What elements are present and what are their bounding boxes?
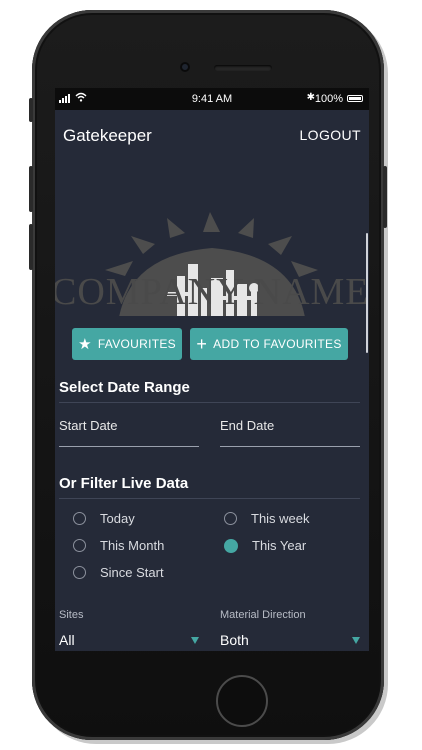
dropdown-arrow-icon: [191, 637, 199, 644]
radio-this-month[interactable]: This Month: [73, 538, 164, 553]
sites-select[interactable]: All: [59, 628, 199, 650]
radio-today[interactable]: Today: [73, 511, 135, 526]
start-date-field[interactable]: Start Date: [59, 406, 199, 447]
add-to-favourites-button[interactable]: + ADD TO FAVOURITES: [190, 328, 348, 360]
radio-label: This week: [251, 511, 310, 526]
end-date-placeholder: End Date: [220, 418, 275, 433]
front-camera: [180, 62, 190, 72]
radio-circle: [73, 512, 86, 525]
radio-label: This Month: [100, 538, 165, 553]
radio-circle: [73, 566, 86, 579]
favourites-label: FAVOURITES: [97, 337, 176, 351]
filter-title: Or Filter Live Data: [59, 475, 189, 492]
earpiece-speaker: [214, 65, 272, 71]
plus-icon: +: [196, 334, 208, 354]
scrollbar[interactable]: [366, 233, 368, 353]
logout-button[interactable]: LOGOUT: [299, 127, 361, 143]
radio-since-start[interactable]: Since Start: [73, 565, 164, 580]
app-screen: 9:41 AM ✱ 100% Gatekeeper LOGOUT COMPANY…: [55, 88, 369, 651]
date-range-title: Select Date Range: [59, 379, 190, 396]
start-date-placeholder: Start Date: [59, 418, 118, 433]
material-direction-value: Both: [220, 632, 249, 648]
radio-this-year[interactable]: This Year: [224, 538, 306, 553]
radio-circle-checked: [224, 538, 238, 553]
radio-label: Since Start: [100, 565, 164, 580]
power-button: [383, 166, 387, 228]
home-button[interactable]: [216, 675, 268, 727]
filter-divider: [59, 498, 360, 499]
add-to-favourites-label: ADD TO FAVOURITES: [213, 337, 342, 351]
radio-this-week[interactable]: This week: [224, 511, 310, 526]
battery-percent: 100%: [314, 93, 343, 105]
material-direction-select[interactable]: Both: [220, 628, 360, 650]
dropdown-arrow-icon: [352, 637, 360, 644]
status-bar: 9:41 AM ✱ 100%: [55, 88, 369, 110]
silent-switch: [29, 98, 33, 122]
material-direction-label: Material Direction: [220, 609, 306, 621]
app-bar: Gatekeeper LOGOUT: [55, 110, 369, 160]
sites-value: All: [59, 632, 75, 648]
radio-circle: [73, 539, 86, 552]
bluetooth-icon: ✱: [306, 92, 315, 103]
volume-down-button: [29, 224, 33, 270]
company-name-logo-text: COMPANY NAME: [55, 271, 369, 313]
app-title: Gatekeeper: [63, 126, 152, 145]
favourites-button[interactable]: ★ FAVOURITES: [72, 328, 182, 360]
volume-up-button: [29, 166, 33, 212]
radio-circle: [224, 512, 237, 525]
date-range-divider: [59, 402, 360, 403]
battery-icon: [347, 95, 363, 102]
sites-label: Sites: [59, 609, 84, 621]
end-date-field[interactable]: End Date: [220, 406, 360, 447]
star-icon: ★: [78, 336, 92, 353]
radio-label: Today: [100, 511, 135, 526]
radio-label: This Year: [252, 538, 307, 553]
